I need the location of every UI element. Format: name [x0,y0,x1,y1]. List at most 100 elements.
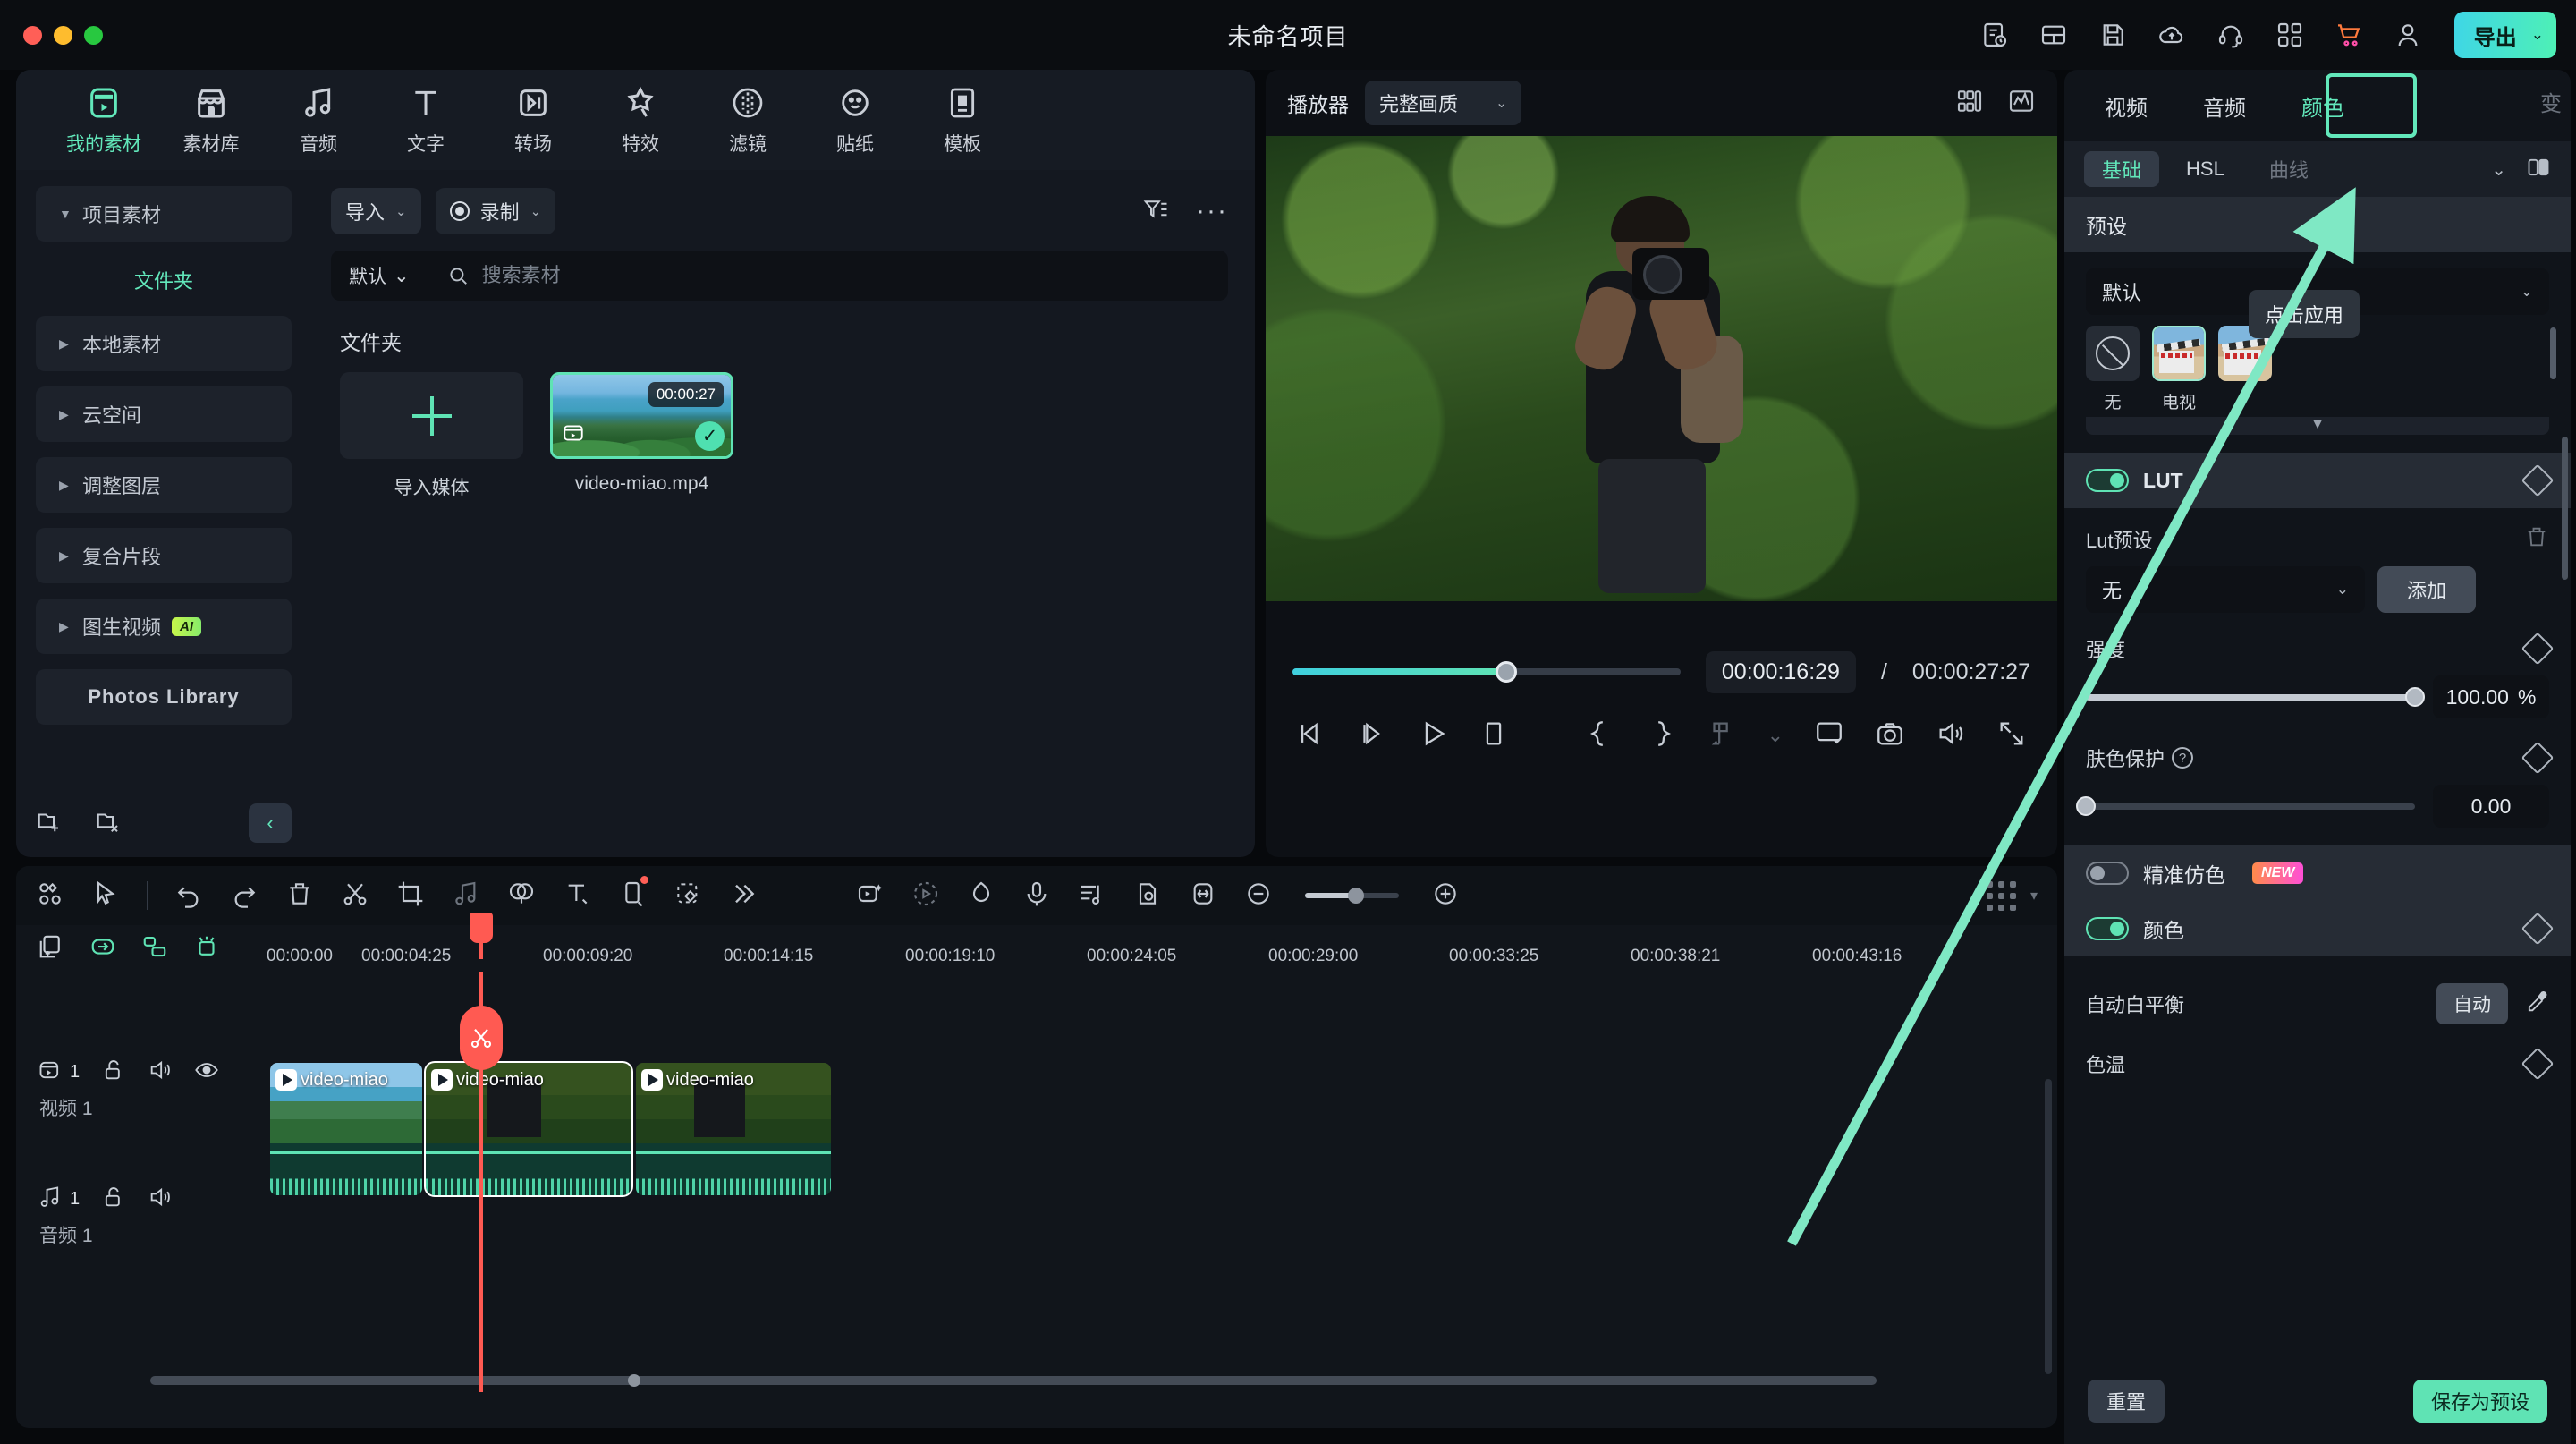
save-icon[interactable] [2095,17,2131,53]
tab-transform-clipped[interactable]: 变 [2540,86,2563,117]
nav-tab-filter[interactable]: 滤镜 [694,83,801,157]
color-match-icon[interactable] [507,879,536,913]
reset-button[interactable]: 重置 [2088,1380,2165,1423]
split-icon[interactable] [341,879,369,913]
save-preset-button[interactable]: 保存为预设 [2412,1380,2547,1423]
cloud-upload-icon[interactable] [2154,17,2190,53]
play-icon[interactable] [1418,718,1448,753]
stop-icon[interactable] [1479,718,1509,753]
headset-icon[interactable] [2213,17,2249,53]
seek-slider[interactable] [1292,661,1681,683]
apps-grid-icon[interactable] [2272,17,2308,53]
subtab-basic[interactable]: 基础 [2084,151,2160,187]
delete-folder-icon[interactable] [95,808,122,839]
seek-handle[interactable] [1495,661,1517,683]
more-tools-icon[interactable] [729,879,758,913]
sort-select[interactable]: 默认 ⌄ [349,262,410,289]
mask-icon[interactable] [618,875,648,913]
undo-icon[interactable] [174,879,203,913]
preset-item-tv[interactable]: 电视 [2152,326,2206,413]
timeline-clip[interactable]: video-miao [636,1063,831,1195]
redo-icon[interactable] [230,879,258,913]
nav-tab-audio[interactable]: 音频 [265,83,372,157]
layout-icon[interactable] [2036,17,2072,53]
timeline-clip[interactable]: video-miao [270,1063,422,1195]
export-chevron-down-icon[interactable]: ⌄ [2531,26,2544,44]
sidebar-item-cloud[interactable]: ▶ 云空间 [36,386,292,442]
timeline-clip-selected[interactable]: video-miao [424,1061,633,1197]
mute-icon[interactable] [148,1185,173,1214]
preset-expand-arrow[interactable]: ▼ [2086,417,2549,435]
precise-color-toggle[interactable] [2086,862,2129,885]
sidebar-item-local-media[interactable]: ▶ 本地素材 [36,316,292,371]
quality-select[interactable]: 完整画质 ⌄ [1365,81,1522,125]
sticker-track-icon[interactable] [1133,879,1162,913]
keyframe-diamond-icon[interactable] [2521,463,2555,497]
scissors-icon[interactable] [460,1006,503,1070]
timeline-ruler[interactable]: 00:00:00 00:00:04:25 00:00:09:20 00:00:1… [16,925,2057,972]
keyframe-diamond-icon[interactable] [2521,912,2555,946]
waveform-scope-icon[interactable] [2007,87,2036,120]
intensity-slider[interactable] [2086,687,2425,707]
collapse-panel-icon[interactable]: ‹ [249,803,292,843]
preset-tv-box[interactable] [2152,326,2206,381]
nav-tab-sticker[interactable]: 贴纸 [801,83,909,157]
properties-scrollbar[interactable] [2562,437,2568,580]
trash-icon[interactable] [2524,524,2549,554]
auto-white-balance-button[interactable]: 自动 [2436,983,2508,1024]
import-media-tile[interactable]: 导入媒体 [340,372,523,500]
unlock-icon[interactable] [101,1185,126,1214]
timeline-vertical-scrollbar[interactable] [2045,1079,2052,1374]
timeline-horizontal-scrollbar[interactable] [150,1376,1877,1385]
marker-chevron-down-icon[interactable]: ⌄ [1767,724,1784,747]
import-media-box[interactable] [340,372,523,459]
zoom-slider[interactable] [1305,888,1399,904]
help-icon[interactable]: ? [2172,747,2194,769]
mark-out-icon[interactable] [1646,718,1676,753]
sidebar-item-adjustment-layer[interactable]: ▶ 调整图层 [36,457,292,513]
nav-tab-my-media[interactable]: 我的素材 [50,83,157,157]
volume-icon[interactable] [1936,718,1966,753]
media-search-bar[interactable]: 默认 ⌄ [331,251,1228,301]
skin-protect-slider[interactable] [2076,796,2415,816]
skin-protect-value-box[interactable]: 0.00 [2433,785,2549,828]
group-icon[interactable] [141,933,168,964]
nav-tab-text[interactable]: 文字 [372,83,479,157]
camera-icon[interactable] [1875,718,1905,753]
record-button[interactable]: 录制 ⌄ [435,188,556,234]
delete-icon[interactable] [285,879,314,913]
eyedropper-icon[interactable] [2524,990,2549,1019]
import-button[interactable]: 导入 ⌄ [331,188,421,234]
search-input[interactable] [481,264,1085,287]
marker-icon[interactable] [193,933,220,964]
nav-tab-stock-library[interactable]: 素材库 [157,83,265,157]
nav-tab-effects[interactable]: 特效 [587,83,694,157]
keyframe-diamond-icon[interactable] [2521,1047,2555,1081]
chevron-down-icon[interactable]: ⌄ [2491,158,2506,181]
preset-none-box[interactable] [2086,326,2140,381]
tab-video[interactable]: 视频 [2077,90,2175,122]
more-options-icon[interactable]: ··· [1196,198,1228,225]
mute-icon[interactable] [148,1058,173,1087]
current-timecode[interactable]: 00:00:16:29 [1705,650,1856,693]
keying-icon[interactable] [674,879,702,913]
zoom-out-icon[interactable] [1244,879,1273,913]
sidebar-item-image-to-video[interactable]: ▶ 图生视频 AI [36,599,292,654]
lut-preset-select[interactable]: 无 ⌄ [2086,566,2365,613]
user-icon[interactable] [2390,17,2426,53]
zoom-in-icon[interactable] [1431,879,1460,913]
audio-detach-icon[interactable] [452,879,480,913]
link-icon[interactable] [89,933,116,964]
screen-icon[interactable] [1814,718,1844,753]
crop-icon[interactable] [396,879,425,913]
track-menu-icon[interactable]: ▾ [2030,887,2038,905]
sidebar-item-compound-clip[interactable]: ▶ 复合片段 [36,528,292,583]
sidebar-item-photos-library[interactable]: Photos Library [36,669,292,725]
sidebar-item-folder[interactable]: 文件夹 [36,257,292,303]
prev-frame-icon[interactable] [1296,718,1326,753]
media-item[interactable]: 00:00:27 ✓ video-miao.mp4 [550,372,733,500]
next-frame-icon[interactable] [1357,718,1387,753]
audio-mixer-icon[interactable] [1078,879,1106,913]
new-folder-icon[interactable] [36,808,63,839]
keyframe-diamond-icon[interactable] [2521,632,2555,666]
